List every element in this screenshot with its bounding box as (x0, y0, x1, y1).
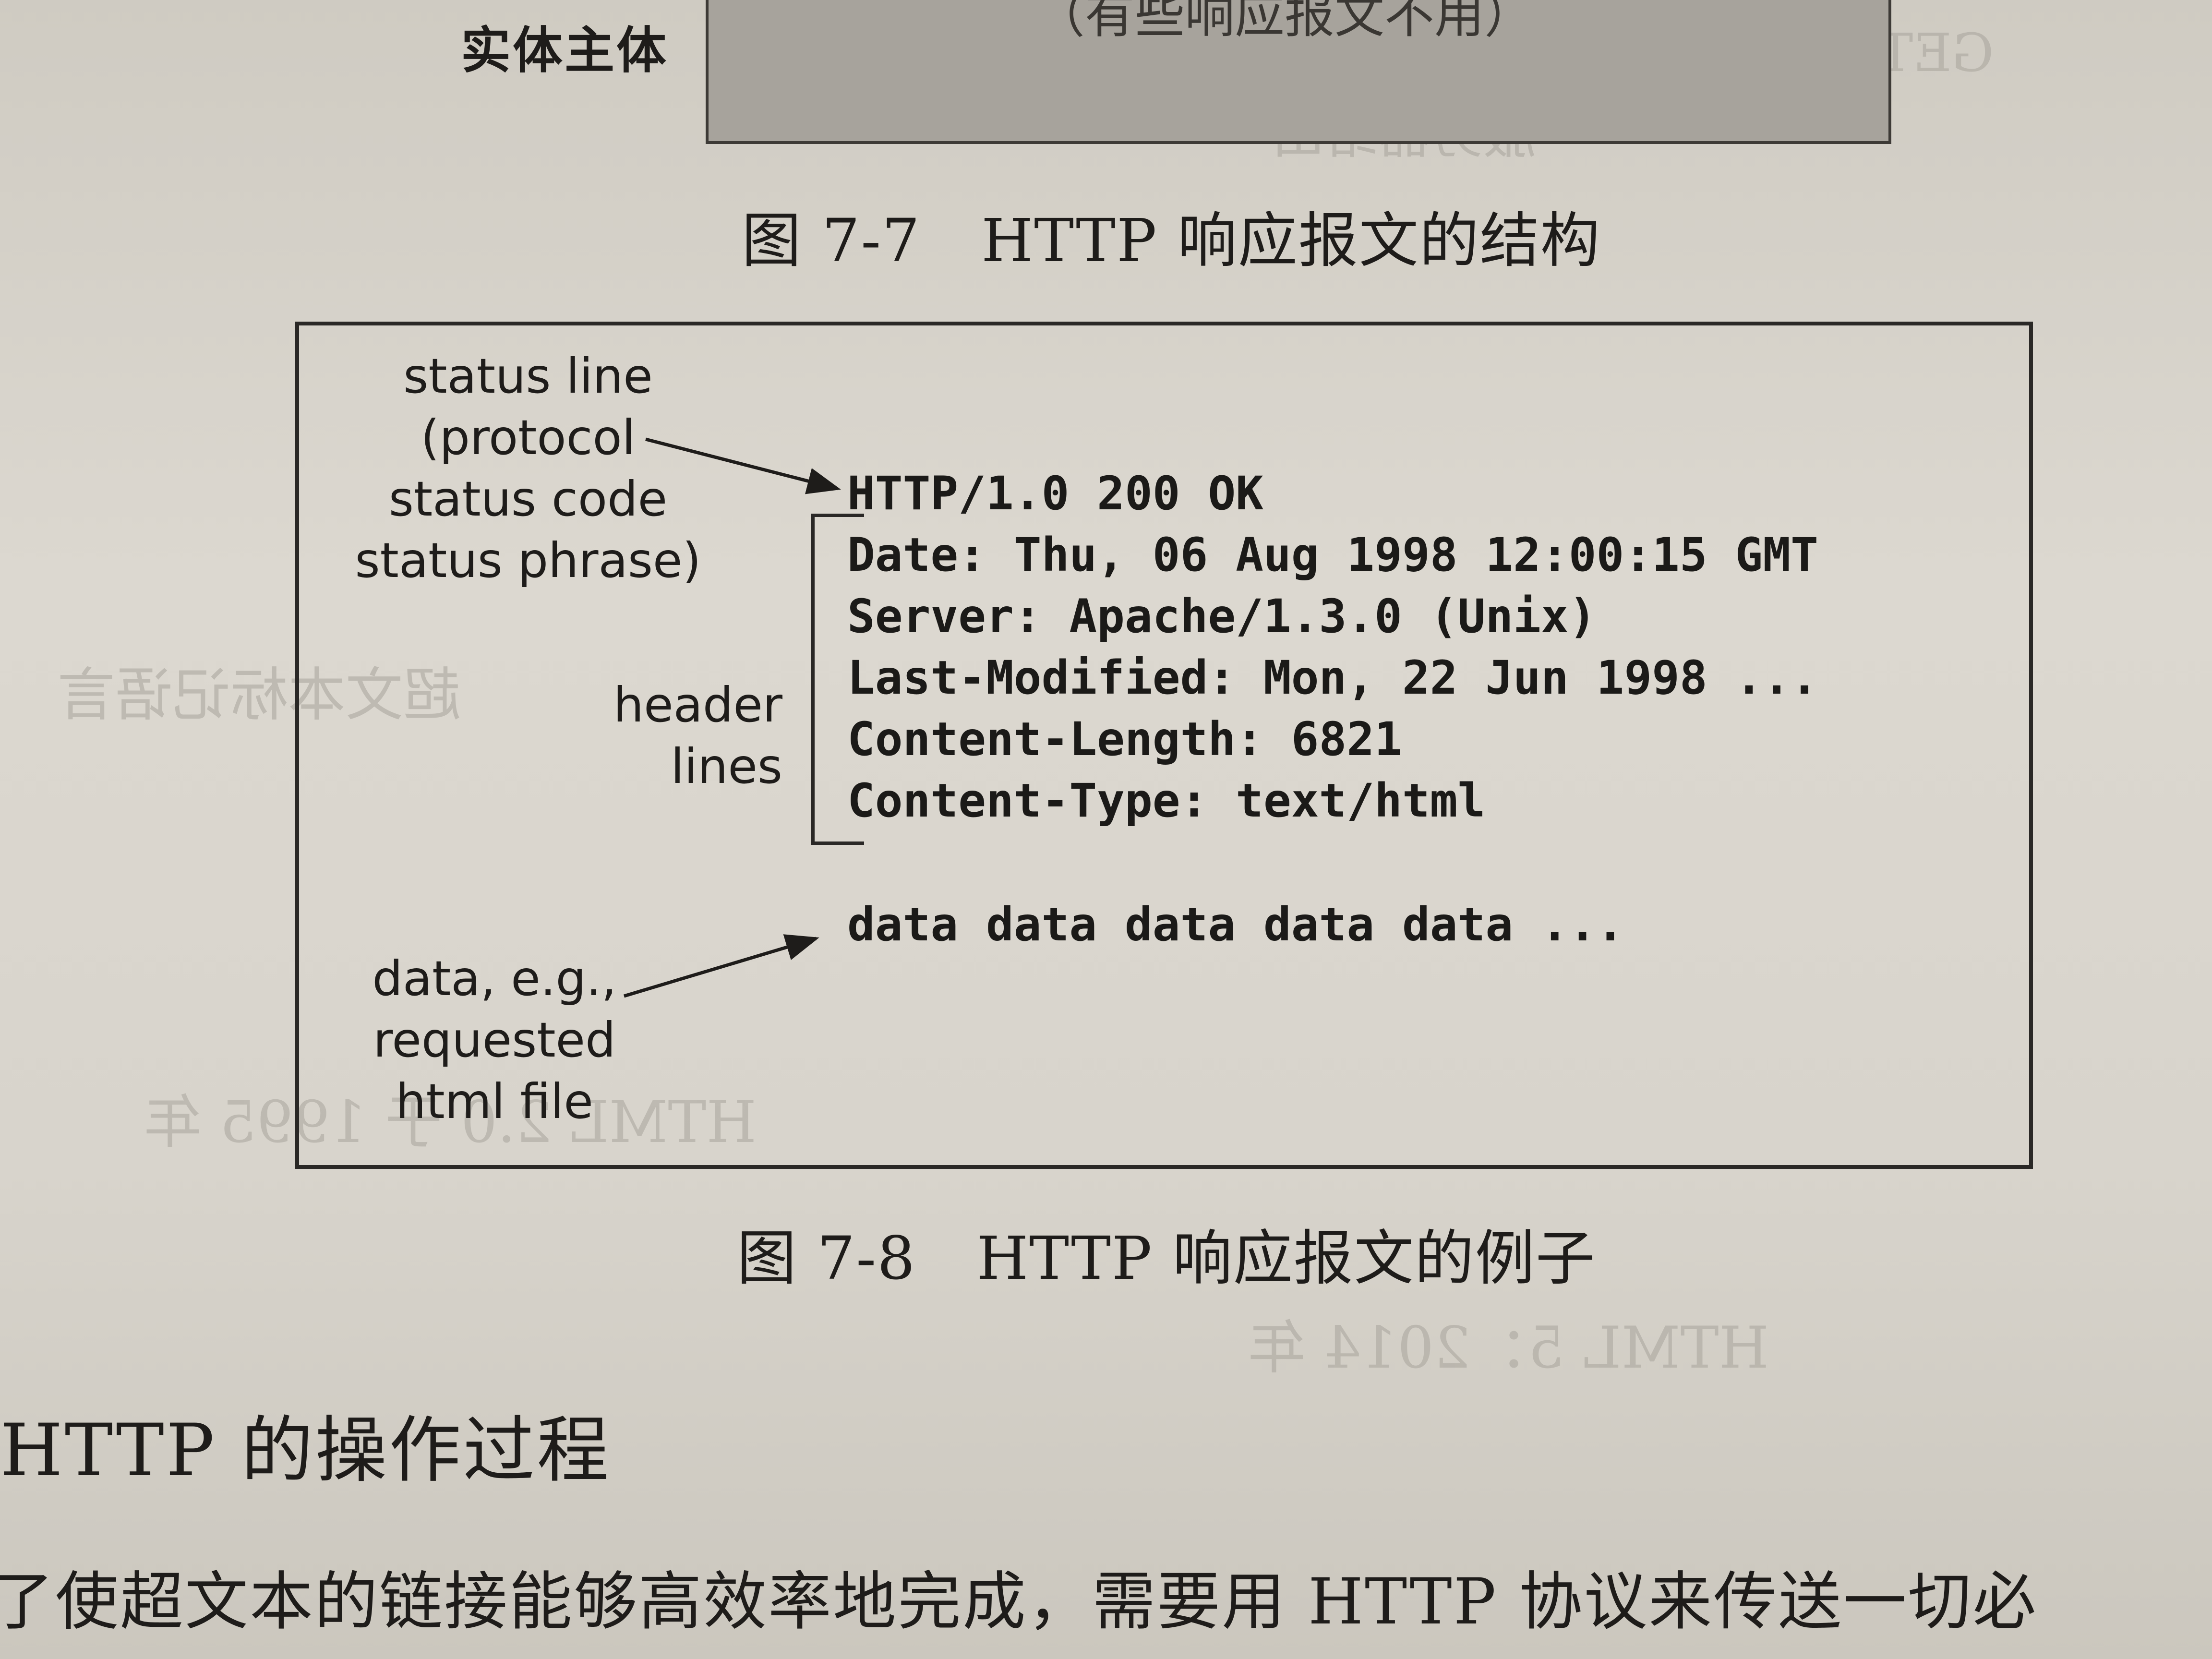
book-page: GET/ 请求 服务器给出 超文本标记语言 HTML 2.0 于 1995 年 … (0, 0, 2212, 1659)
body-text-line: 了使超文本的链接能够高效率地完成，需要用 HTTP 协议来传送一切必 (0, 1565, 2038, 1639)
figure-7-8-caption: 图 7-8 HTTP 响应报文的例子 (737, 1224, 1596, 1293)
data-arrow (623, 934, 819, 998)
status-line-arrow (645, 437, 841, 494)
section-heading: HTTP 的操作过程 (0, 1409, 611, 1492)
